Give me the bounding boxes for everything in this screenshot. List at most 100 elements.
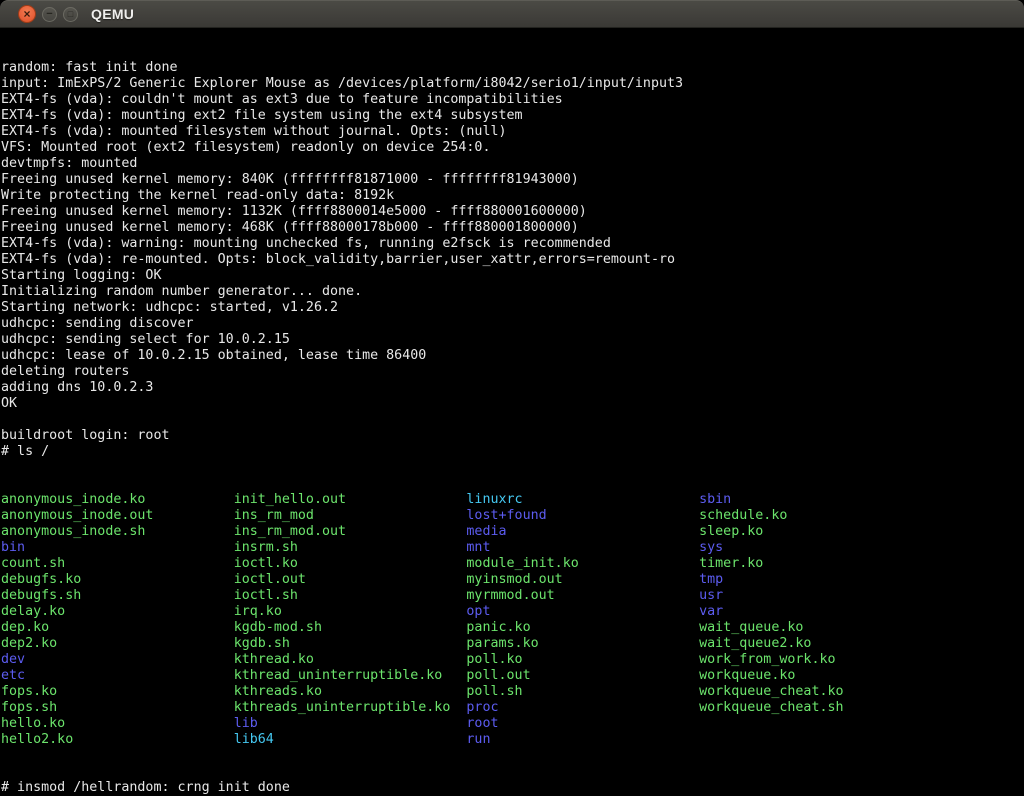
log-line: deleting routers xyxy=(1,364,1024,380)
log-line: EXT4-fs (vda): mounted filesystem withou… xyxy=(1,124,1024,140)
ls-row: bin insrm.sh mnt sys xyxy=(1,540,1024,556)
ls-row: dev kthread.ko poll.ko work_from_work.ko xyxy=(1,652,1024,668)
file-entry: ins_rm_mod xyxy=(234,508,467,523)
log-line: input: ImExPS/2 Generic Explorer Mouse a… xyxy=(1,76,1024,92)
file-entry: bin xyxy=(1,540,234,555)
log-line: udhcpc: sending discover xyxy=(1,316,1024,332)
ls-output: anonymous_inode.ko init_hello.out linuxr… xyxy=(1,492,1024,748)
ls-row: fops.sh kthreads_uninterruptible.ko proc… xyxy=(1,700,1024,716)
close-button[interactable]: × xyxy=(18,5,36,23)
file-entry: myrmmod.out xyxy=(466,588,699,603)
file-entry: run xyxy=(466,732,490,747)
ls-row: fops.ko kthreads.ko poll.sh workqueue_ch… xyxy=(1,684,1024,700)
ls-row: etc kthread_uninterruptible.ko poll.out … xyxy=(1,668,1024,684)
file-entry: workqueue_cheat.ko xyxy=(699,684,843,699)
window-title: QEMU xyxy=(91,6,134,22)
file-entry: sys xyxy=(699,540,723,555)
file-entry: ioctl.sh xyxy=(234,588,467,603)
file-entry: dep.ko xyxy=(1,620,234,635)
log-line: # ls / xyxy=(1,444,1024,460)
file-entry: hello2.ko xyxy=(1,732,234,747)
file-entry: root xyxy=(466,716,498,731)
ls-row: dep.ko kgdb-mod.sh panic.ko wait_queue.k… xyxy=(1,620,1024,636)
file-entry: ioctl.ko xyxy=(234,556,467,571)
file-entry: usr xyxy=(699,588,723,603)
file-entry: ins_rm_mod.out xyxy=(234,524,467,539)
file-entry: work_from_work.ko xyxy=(699,652,835,667)
file-entry: poll.ko xyxy=(466,652,699,667)
minimize-icon: − xyxy=(46,9,52,20)
file-entry: media xyxy=(466,524,699,539)
file-entry: timer.ko xyxy=(699,556,763,571)
file-entry: panic.ko xyxy=(466,620,699,635)
file-entry: linuxrc xyxy=(466,492,699,507)
log-line: random: fast init done xyxy=(1,60,1024,76)
file-entry: schedule.ko xyxy=(699,508,787,523)
log-line: Starting network: udhcpc: started, v1.26… xyxy=(1,300,1024,316)
file-entry: var xyxy=(699,604,723,619)
log-line: Freeing unused kernel memory: 840K (ffff… xyxy=(1,172,1024,188)
file-entry: sleep.ko xyxy=(699,524,763,539)
file-entry: kthread.ko xyxy=(234,652,467,667)
file-entry: kthreads_uninterruptible.ko xyxy=(234,700,467,715)
log-line: adding dns 10.0.2.3 xyxy=(1,380,1024,396)
file-entry: ioctl.out xyxy=(234,572,467,587)
file-entry: poll.out xyxy=(466,668,699,683)
file-entry: hello.ko xyxy=(1,716,234,731)
file-entry: proc xyxy=(466,700,699,715)
file-entry: kgdb.sh xyxy=(234,636,467,651)
file-entry: kthread_uninterruptible.ko xyxy=(234,668,467,683)
qemu-window: × − □ QEMU random: fast init doneinput: … xyxy=(0,0,1024,796)
file-entry: opt xyxy=(466,604,699,619)
file-entry: anonymous_inode.ko xyxy=(1,492,234,507)
file-entry: init_hello.out xyxy=(234,492,467,507)
ls-row: debugfs.sh ioctl.sh myrmmod.out usr xyxy=(1,588,1024,604)
ls-row: count.sh ioctl.ko module_init.ko timer.k… xyxy=(1,556,1024,572)
log-line: EXT4-fs (vda): couldn't mount as ext3 du… xyxy=(1,92,1024,108)
ls-row: anonymous_inode.sh ins_rm_mod.out media … xyxy=(1,524,1024,540)
minimize-button[interactable]: − xyxy=(42,7,57,22)
file-entry: module_init.ko xyxy=(466,556,699,571)
boot-log: random: fast init doneinput: ImExPS/2 Ge… xyxy=(1,60,1024,460)
file-entry: params.ko xyxy=(466,636,699,651)
file-entry: debugfs.sh xyxy=(1,588,234,603)
file-entry: debugfs.ko xyxy=(1,572,234,587)
log-line: # insmod /hellrandom: crng init done xyxy=(1,780,1024,796)
log-line: devtmpfs: mounted xyxy=(1,156,1024,172)
file-entry: irq.ko xyxy=(234,604,467,619)
ls-row: hello2.ko lib64 run xyxy=(1,732,1024,748)
log-line: Freeing unused kernel memory: 1132K (fff… xyxy=(1,204,1024,220)
log-line: Initializing random number generator... … xyxy=(1,284,1024,300)
titlebar[interactable]: × − □ QEMU xyxy=(0,0,1024,28)
log-line: EXT4-fs (vda): mounting ext2 file system… xyxy=(1,108,1024,124)
file-entry: dev xyxy=(1,652,234,667)
file-entry: lib64 xyxy=(234,732,467,747)
log-line: VFS: Mounted root (ext2 filesystem) read… xyxy=(1,140,1024,156)
file-entry: workqueue.ko xyxy=(699,668,795,683)
log-line: udhcpc: sending select for 10.0.2.15 xyxy=(1,332,1024,348)
file-entry: lib xyxy=(234,716,467,731)
close-icon: × xyxy=(23,8,30,20)
log-line xyxy=(1,412,1024,428)
log-line: Starting logging: OK xyxy=(1,268,1024,284)
log-line: OK xyxy=(1,396,1024,412)
file-entry: count.sh xyxy=(1,556,234,571)
log-line: EXT4-fs (vda): re-mounted. Opts: block_v… xyxy=(1,252,1024,268)
tail-log: # insmod /hellrandom: crng init done# in… xyxy=(1,780,1024,796)
ls-row: debugfs.ko ioctl.out myinsmod.out tmp xyxy=(1,572,1024,588)
terminal-screen[interactable]: random: fast init doneinput: ImExPS/2 Ge… xyxy=(0,28,1024,796)
file-entry: tmp xyxy=(699,572,723,587)
file-entry: myinsmod.out xyxy=(466,572,699,587)
file-entry: anonymous_inode.sh xyxy=(1,524,234,539)
ls-row: hello.ko lib root xyxy=(1,716,1024,732)
log-line: EXT4-fs (vda): warning: mounting uncheck… xyxy=(1,236,1024,252)
maximize-button[interactable]: □ xyxy=(63,7,78,22)
log-line: buildroot login: root xyxy=(1,428,1024,444)
file-entry: mnt xyxy=(466,540,699,555)
file-entry: wait_queue.ko xyxy=(699,620,803,635)
log-line: Freeing unused kernel memory: 468K (ffff… xyxy=(1,220,1024,236)
file-entry: kthreads.ko xyxy=(234,684,467,699)
file-entry: fops.ko xyxy=(1,684,234,699)
ls-row: anonymous_inode.ko init_hello.out linuxr… xyxy=(1,492,1024,508)
file-entry: etc xyxy=(1,668,234,683)
